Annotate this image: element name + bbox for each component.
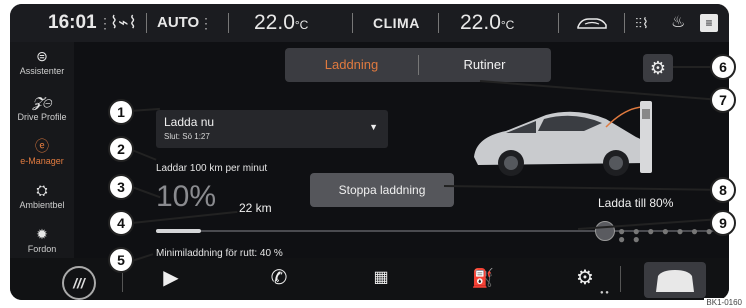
callout-4: 4	[108, 210, 134, 236]
divider	[352, 13, 353, 33]
callout-8: 8	[710, 177, 736, 203]
sidebar-item-label: Assistenter	[19, 66, 65, 76]
tab-rutiner[interactable]: Rutiner	[418, 48, 551, 82]
sidebar-item-drive-profile[interactable]: 𝓩⊝ Drive Profile	[10, 94, 74, 122]
air-distribution-icon[interactable]: ⌇⌁⌇	[110, 4, 137, 42]
page-indicator-dots: ● ●	[600, 290, 609, 296]
divider	[558, 13, 559, 33]
callout-9: 9	[710, 210, 736, 236]
sidebar: ⊜ Assistenter 𝓩⊝ Drive Profile ⓔ e-Manag…	[10, 42, 74, 258]
seat-heating-icon[interactable]: ♨	[671, 4, 685, 42]
temperature-left-value: 22.0	[254, 11, 295, 34]
sidebar-item-label: Ambientbel	[19, 200, 65, 210]
charge-end-time: Slut: Sö 1:27	[164, 132, 210, 141]
battery-percent: 10%	[156, 180, 217, 213]
ambient-light-icon: ⛭	[36, 182, 48, 198]
car-image	[474, 101, 652, 176]
range-value: 22 km	[239, 201, 272, 215]
temperature-right[interactable]: 22.0°C	[460, 4, 514, 42]
gear-icon: ✹	[36, 226, 48, 242]
divider	[620, 266, 621, 292]
sidebar-item-fordon[interactable]: ✹ Fordon	[10, 226, 74, 254]
reference-code: BK1-0160	[704, 298, 744, 307]
callout-5: 5	[108, 247, 134, 273]
divider	[438, 13, 439, 33]
divider	[624, 13, 625, 33]
charging-rate: Laddar 100 km per minut	[156, 163, 268, 174]
charge-target-slider-knob[interactable]	[595, 221, 615, 241]
menu-icon[interactable]: ≡	[700, 14, 718, 32]
grip-dots-icon: ⋮	[199, 15, 213, 31]
charge-mode-dropdown[interactable]: Ladda nu Slut: Sö 1:27 ▼	[156, 110, 388, 148]
sidebar-item-label: Drive Profile	[17, 112, 67, 122]
drive-profile-icon: 𝓩⊝	[32, 94, 52, 110]
divider	[228, 13, 229, 33]
charge-level-fill	[156, 229, 201, 233]
settings-icon[interactable]: ⚙	[570, 260, 600, 296]
tab-laddning[interactable]: Laddning	[285, 48, 418, 82]
infotainment-screenshot: 16:01 ⋮ ⌇⌁⌇ AUTO ⋮ 22.0°C CLIMA 22.0°C ⫶…	[0, 0, 746, 308]
media-play-icon[interactable]: ▶	[156, 260, 186, 296]
rear-defrost-icon[interactable]: ⫶⫶⌇	[635, 4, 649, 42]
car-icon	[656, 270, 694, 292]
sidebar-item-e-manager[interactable]: ⓔ e-Manager	[10, 138, 74, 166]
app-grid-icon[interactable]: ▦	[366, 260, 396, 296]
chevron-down-icon: ▼	[369, 122, 378, 132]
temperature-right-value: 22.0	[460, 11, 501, 34]
fan-mode-auto[interactable]: AUTO	[157, 4, 199, 42]
top-status-bar: 16:01 ⋮ ⌇⌁⌇ AUTO ⋮ 22.0°C CLIMA 22.0°C ⫶…	[10, 4, 729, 42]
charge-target-label: Ladda till 80%	[598, 196, 674, 210]
sidebar-item-assistenter[interactable]: ⊜ Assistenter	[10, 48, 74, 76]
sidebar-item-ambientbel[interactable]: ⛭ Ambientbel	[10, 182, 74, 210]
temperature-left-unit: °C	[294, 18, 309, 32]
clock: 16:01	[48, 12, 97, 33]
temperature-left[interactable]: 22.0°C	[254, 4, 308, 42]
steering-wheel-icon: ⊜	[36, 48, 48, 64]
settings-gear-icon[interactable]: ⚙	[643, 54, 673, 82]
callout-7: 7	[710, 87, 736, 113]
divider	[146, 13, 147, 33]
temperature-right-unit: °C	[500, 18, 515, 32]
e-manager-icon: ⓔ	[35, 138, 49, 154]
slider-dots: ● ● ● ● ● ● ● ● ●	[618, 224, 715, 246]
callout-6: 6	[710, 54, 736, 80]
charge-mode-value: Ladda nu	[164, 115, 215, 129]
sidebar-item-label: e-Manager	[20, 156, 64, 166]
car-shortcut-button[interactable]	[644, 262, 706, 298]
clima-button[interactable]: CLIMA	[373, 4, 420, 42]
phone-icon[interactable]: ✆	[264, 260, 294, 296]
car-recirculation-icon[interactable]	[575, 4, 609, 42]
charging-plug-icon[interactable]: ⛽	[468, 260, 498, 296]
home-button-icon[interactable]: ///	[62, 266, 96, 300]
tab-bar: Laddning Rutiner	[285, 48, 551, 82]
callout-2: 2	[108, 136, 134, 162]
stop-charging-button[interactable]: Stoppa laddning	[310, 173, 454, 207]
sidebar-item-label: Fordon	[27, 244, 57, 254]
callout-1: 1	[108, 99, 134, 125]
callout-line-6	[673, 66, 711, 68]
callout-3: 3	[108, 174, 134, 200]
